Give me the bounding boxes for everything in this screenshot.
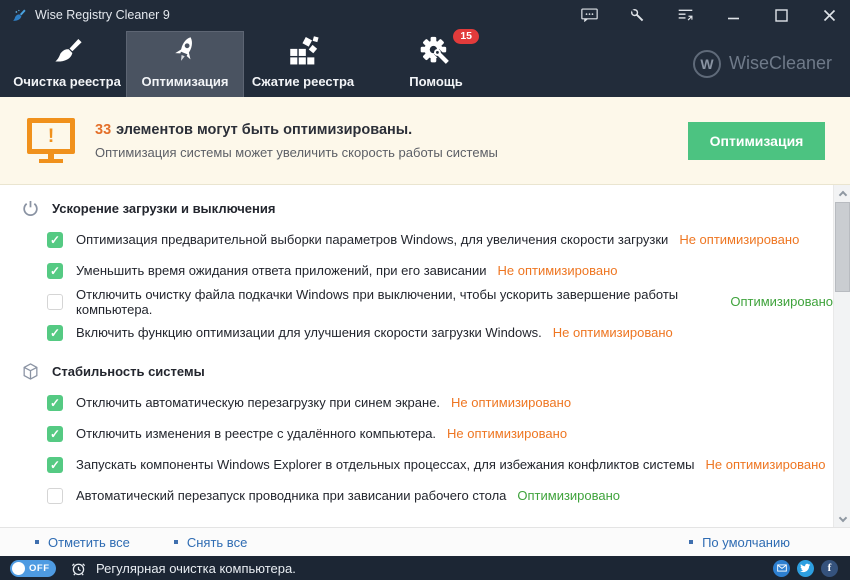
tab-label: Сжатие реестра xyxy=(252,74,354,89)
item-status: Оптимизировано xyxy=(517,488,620,503)
help-badge: 15 xyxy=(453,29,479,44)
list-item[interactable]: Отключить очистку файла подкачки Windows… xyxy=(0,286,833,317)
list-item[interactable]: Включить функцию оптимизации для улучшен… xyxy=(0,317,833,348)
section-title: Ускорение загрузки и выключения xyxy=(52,201,275,216)
tab-label: Помощь xyxy=(409,74,462,89)
tools-wrench-icon[interactable] xyxy=(628,7,646,23)
brand-w-icon: W xyxy=(693,50,721,78)
app-logo-icon xyxy=(10,7,27,24)
tab-help[interactable]: 15 Помощь xyxy=(384,31,488,97)
statusbar: OFF Регулярная очистка компьютера. xyxy=(0,556,850,580)
item-checkbox[interactable] xyxy=(47,457,63,473)
cube-icon xyxy=(21,362,40,381)
monitor-warning-icon: ! xyxy=(25,118,77,163)
item-label: Отключить автоматическую перезагрузку пр… xyxy=(76,395,440,410)
list-item[interactable]: Уменьшить время ожидания ответа приложен… xyxy=(0,255,833,286)
rocket-icon xyxy=(168,33,202,69)
tab-registry-cleanup[interactable]: Очистка реестра xyxy=(8,31,126,97)
optimization-list: Ускорение загрузки и выключения Оптимиза… xyxy=(0,185,850,527)
list-item[interactable]: Оптимизация предварительной выборки пара… xyxy=(0,224,833,255)
item-label: Отключить очистку файла подкачки Windows… xyxy=(76,287,719,317)
toggle-knob xyxy=(12,562,25,575)
item-checkbox[interactable] xyxy=(47,294,63,310)
list-item[interactable]: Отключить автоматическую перезагрузку пр… xyxy=(0,387,833,418)
optimization-banner: ! 33элементов могут быть оптимизированы.… xyxy=(0,97,850,185)
item-status: Не оптимизировано xyxy=(679,232,799,247)
list-item[interactable]: Отключить изменения в реестре с удалённо… xyxy=(0,418,833,449)
footer: Отметить все Снять все По умолчанию xyxy=(0,527,850,556)
tab-registry-defrag[interactable]: Сжатие реестра xyxy=(244,31,362,97)
item-label: Автоматический перезапуск проводника при… xyxy=(76,488,506,503)
brush-icon xyxy=(50,33,84,69)
item-status: Оптимизировано xyxy=(730,294,833,309)
alarm-clock-icon xyxy=(70,560,87,577)
defrag-icon xyxy=(286,33,320,69)
item-label: Оптимизация предварительной выборки пара… xyxy=(76,232,668,247)
twitter-icon[interactable] xyxy=(797,560,814,577)
window-title: Wise Registry Cleaner 9 xyxy=(35,8,170,22)
minimize-button[interactable] xyxy=(724,7,742,23)
app-window: Wise Registry Cleaner 9 xyxy=(0,0,850,580)
item-label: Уменьшить время ожидания ответа приложен… xyxy=(76,263,487,278)
close-button[interactable] xyxy=(820,7,838,23)
nav-tabs: Очистка реестра Оптимизация xyxy=(0,30,850,97)
banner-subtitle: Оптимизация системы может увеличить скор… xyxy=(95,145,498,160)
maximize-button[interactable] xyxy=(772,7,790,23)
titlebar: Wise Registry Cleaner 9 xyxy=(0,0,850,30)
items-count: 33 xyxy=(95,122,111,138)
select-all-link[interactable]: Отметить все xyxy=(35,535,130,550)
item-checkbox[interactable] xyxy=(47,488,63,504)
item-checkbox[interactable] xyxy=(47,263,63,279)
item-status: Не оптимизировано xyxy=(705,457,825,472)
list-item[interactable]: Запускать компоненты Windows Explorer в … xyxy=(0,449,833,480)
scrollbar-thumb[interactable] xyxy=(835,202,850,292)
scroll-up-icon[interactable] xyxy=(834,185,850,201)
item-status: Не оптимизировано xyxy=(553,325,673,340)
item-status: Не оптимизировано xyxy=(451,395,571,410)
section-title: Стабильность системы xyxy=(52,364,205,379)
banner-heading: 33элементов могут быть оптимизированы. xyxy=(95,122,498,138)
help-gear-icon: 15 xyxy=(419,33,453,69)
optimize-button[interactable]: Оптимизация xyxy=(688,122,825,160)
section-header-boot: Ускорение загрузки и выключения xyxy=(0,185,833,224)
feedback-icon[interactable] xyxy=(580,7,598,23)
tab-label: Очистка реестра xyxy=(13,74,121,89)
defaults-link[interactable]: По умолчанию xyxy=(689,535,790,550)
scheduler-toggle[interactable]: OFF xyxy=(10,560,56,577)
item-checkbox[interactable] xyxy=(47,325,63,341)
item-label: Отключить изменения в реестре с удалённо… xyxy=(76,426,436,441)
item-checkbox[interactable] xyxy=(47,232,63,248)
scroll-down-icon[interactable] xyxy=(834,511,850,527)
power-icon xyxy=(21,199,40,218)
menu-icon[interactable] xyxy=(676,7,694,23)
item-checkbox[interactable] xyxy=(47,426,63,442)
item-checkbox[interactable] xyxy=(47,395,63,411)
clear-all-link[interactable]: Снять все xyxy=(174,535,247,550)
item-status: Не оптимизировано xyxy=(447,426,567,441)
statusbar-text: Регулярная очистка компьютера. xyxy=(96,561,296,576)
tab-optimization[interactable]: Оптимизация xyxy=(126,31,244,97)
scrollbar[interactable] xyxy=(833,185,850,527)
brand-name: WiseCleaner xyxy=(729,53,832,74)
list-item[interactable]: Автоматический перезапуск проводника при… xyxy=(0,480,833,511)
item-label: Включить функцию оптимизации для улучшен… xyxy=(76,325,542,340)
item-label: Запускать компоненты Windows Explorer в … xyxy=(76,457,694,472)
toggle-label: OFF xyxy=(29,563,50,574)
section-header-stability: Стабильность системы xyxy=(0,348,833,387)
brand-logo: W WiseCleaner xyxy=(693,30,832,97)
item-status: Не оптимизировано xyxy=(498,263,618,278)
email-icon[interactable] xyxy=(773,560,790,577)
tab-label: Оптимизация xyxy=(141,74,228,89)
facebook-icon[interactable]: f xyxy=(821,560,838,577)
